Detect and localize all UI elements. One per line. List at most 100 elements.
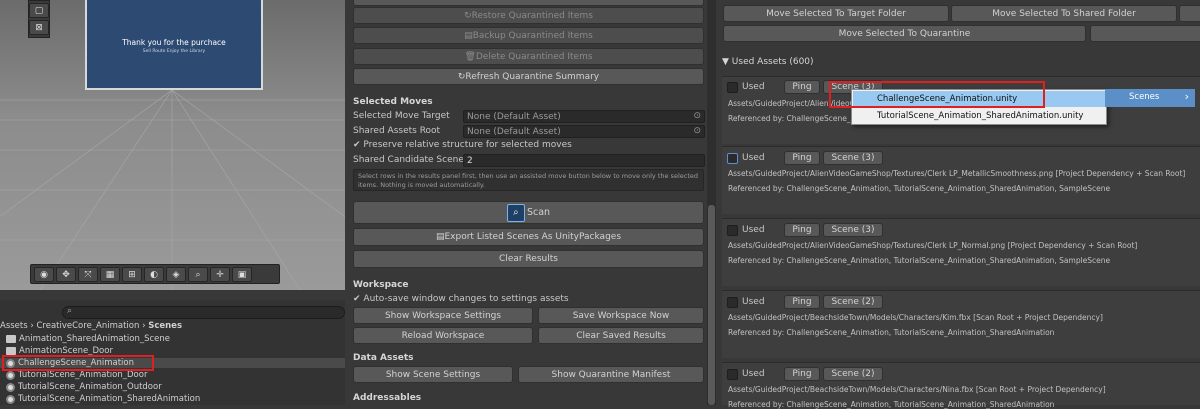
circle-icon[interactable]: ◐ bbox=[144, 267, 164, 282]
shared-root-field[interactable]: None (Default Asset) ⊙ bbox=[463, 125, 705, 138]
help-box: Select rows in the results panel first, … bbox=[353, 169, 704, 191]
move-icon[interactable]: ✥ bbox=[56, 267, 76, 282]
save-workspace-button[interactable]: Save Workspace Now bbox=[538, 307, 704, 324]
thanks-subtitle: Sell Route Enjoy the Library bbox=[142, 49, 206, 54]
foldout-arrow-icon: ▼ bbox=[722, 57, 732, 67]
breadcrumb-scenes[interactable]: Scenes bbox=[148, 321, 182, 331]
used-assets-header[interactable]: ▼ Used Assets (600) bbox=[722, 57, 814, 67]
partial-button[interactable] bbox=[1179, 5, 1200, 22]
unity-scene-icon bbox=[6, 370, 15, 380]
select-checkbox[interactable] bbox=[727, 153, 738, 164]
unity-scene-icon bbox=[6, 394, 15, 404]
scene-count-button[interactable]: Scene (2) bbox=[823, 367, 883, 381]
asset-entry: Used Ping Scene (2) Assets/GuidedProject… bbox=[722, 290, 1200, 358]
move-target-field[interactable]: None (Default Asset) ⊙ bbox=[463, 110, 705, 123]
show-scene-settings-button[interactable]: Show Scene Settings bbox=[353, 366, 513, 383]
data-assets-header: Data Assets bbox=[353, 353, 414, 363]
list-item[interactable]: TutorialScene_Animation_SharedAnimation bbox=[6, 394, 200, 404]
ping-button[interactable]: Ping bbox=[784, 80, 820, 94]
zoom-icon[interactable]: ⌕ bbox=[188, 267, 208, 282]
asset-entry: Used Ping Scene (2) Assets/GuidedProject… bbox=[722, 362, 1200, 409]
submenu-scenes[interactable]: Scenes › bbox=[1105, 89, 1195, 107]
ping-button[interactable]: Ping bbox=[784, 295, 820, 309]
scene-view[interactable]: Thank you for the purchace Sell Route En… bbox=[0, 0, 345, 290]
clear-results-button[interactable]: Clear Results bbox=[353, 250, 704, 268]
refresh-icon: ↻ bbox=[457, 71, 466, 82]
highlight-box bbox=[2, 355, 154, 371]
backup-quarantined-button[interactable]: ▤ Backup Quarantined Items bbox=[353, 27, 704, 44]
move-to-shared-button[interactable]: Move Selected To Shared Folder bbox=[951, 5, 1177, 22]
asset-path: Assets/GuidedProject/AlienVideoGameShop/… bbox=[728, 241, 1138, 250]
thanks-title: Thank you for the purchace bbox=[122, 38, 226, 47]
transform-tool-icon[interactable]: ⊠ bbox=[29, 20, 49, 35]
autosave-toggle[interactable]: ✔ Auto-save window changes to settings a… bbox=[353, 294, 569, 304]
menu-item-tutorial-scene[interactable]: TutorialScene_Animation_SharedAnimation.… bbox=[853, 108, 1106, 124]
list-item[interactable]: TutorialScene_Animation_Door bbox=[6, 370, 147, 380]
asset-entry: Used Ping Scene (3) Assets/GuidedProject… bbox=[722, 146, 1200, 214]
breadcrumb: Assets › CreativeCore_Animation › Scenes bbox=[0, 321, 183, 331]
asset-path: Assets/GuidedProject/BeachsideTown/Model… bbox=[728, 313, 1103, 322]
used-label: Used bbox=[742, 297, 765, 307]
ping-button[interactable]: Ping bbox=[784, 151, 820, 165]
reload-workspace-button[interactable]: Reload Workspace bbox=[353, 327, 533, 344]
compass-icon[interactable]: ◉ bbox=[34, 267, 54, 282]
show-quarantine-manifest-button[interactable]: Show Quarantine Manifest bbox=[518, 366, 704, 383]
shared-candidate-field[interactable]: 2 bbox=[463, 154, 705, 167]
submenu-arrow-icon: › bbox=[1184, 90, 1189, 103]
asset-path: Assets/GuidedProject/AlienVideoGameShop/… bbox=[728, 169, 1186, 178]
select-checkbox[interactable] bbox=[727, 369, 738, 380]
asset-path: Assets/GuidedProject/BeachsideTown/Model… bbox=[728, 385, 1106, 394]
used-label: Used bbox=[742, 153, 765, 163]
eye-icon[interactable]: ◈ bbox=[166, 267, 186, 282]
list-item[interactable]: TutorialScene_Animation_Outdoor bbox=[6, 382, 162, 392]
ping-button[interactable]: Ping bbox=[784, 223, 820, 237]
highlight-box bbox=[829, 81, 1045, 108]
select-checkbox[interactable] bbox=[727, 225, 738, 236]
used-label: Used bbox=[742, 82, 765, 92]
folder-icon bbox=[6, 347, 16, 355]
addressables-header: Addressables bbox=[353, 393, 422, 403]
backup-icon: ▤ bbox=[464, 30, 473, 41]
preserve-structure-toggle[interactable]: ✔ Preserve relative structure for select… bbox=[353, 140, 572, 150]
show-workspace-settings-button[interactable]: Show Workspace Settings bbox=[353, 307, 533, 324]
used-label: Used bbox=[742, 225, 765, 235]
scan-button[interactable]: ⌕ Scan bbox=[353, 201, 704, 224]
scrollbar-thumb[interactable] bbox=[708, 205, 715, 405]
move-to-quarantine-button[interactable]: Move Selected To Quarantine bbox=[723, 25, 1086, 42]
ground-grid bbox=[0, 90, 345, 290]
restore-quarantined-button[interactable]: ↻ Restore Quarantined Items bbox=[353, 7, 704, 24]
partial-button-2[interactable] bbox=[1090, 25, 1200, 42]
grid-icon[interactable]: ▦ bbox=[100, 267, 120, 282]
scrollbar[interactable] bbox=[707, 0, 716, 405]
object-picker-icon[interactable]: ⊙ bbox=[693, 126, 701, 136]
list-item[interactable]: Animation_SharedAnimation_Scene bbox=[6, 334, 170, 344]
refresh-quarantine-button[interactable]: ↻ Refresh Quarantine Summary bbox=[353, 68, 704, 85]
transform-icon[interactable]: ✛ bbox=[210, 267, 230, 282]
move-to-target-button[interactable]: Move Selected To Target Folder bbox=[723, 5, 949, 22]
search-icon: ⌕ bbox=[67, 306, 73, 316]
search-bar[interactable]: ⌕ bbox=[62, 306, 345, 319]
scene-count-button[interactable]: Scene (2) bbox=[823, 295, 883, 309]
export-scenes-button[interactable]: ▤ Export Listed Scenes As UnityPackages bbox=[353, 228, 704, 246]
delete-quarantined-button[interactable]: 🗑 Delete Quarantined Items bbox=[353, 48, 704, 65]
scene-count-button[interactable]: Scene (3) bbox=[823, 151, 883, 165]
ping-button[interactable]: Ping bbox=[784, 367, 820, 381]
scene-count-button[interactable]: Scene (3) bbox=[823, 223, 883, 237]
object-picker-icon[interactable]: ⊙ bbox=[693, 111, 701, 121]
checkmark-icon: ✔ bbox=[353, 140, 364, 150]
scale-icon[interactable]: ⤧ bbox=[78, 267, 98, 282]
clear-saved-results-button[interactable]: Clear Saved Results bbox=[538, 327, 704, 344]
rect-tool-icon[interactable]: ▢ bbox=[29, 3, 49, 18]
snap-icon[interactable]: ⊞ bbox=[122, 267, 142, 282]
camera-icon[interactable]: ▣ bbox=[232, 267, 252, 282]
select-checkbox[interactable] bbox=[727, 297, 738, 308]
select-checkbox[interactable] bbox=[727, 82, 738, 93]
breadcrumb-creativecore[interactable]: CreativeCore_Animation bbox=[36, 321, 139, 331]
scan-icon: ⌕ bbox=[506, 203, 525, 222]
asset-references: Referenced by: ChallengeScene_Animation,… bbox=[728, 184, 1111, 193]
breadcrumb-assets[interactable]: Assets bbox=[0, 321, 28, 331]
used-label: Used bbox=[742, 369, 765, 379]
restore-icon: ↻ bbox=[464, 10, 472, 21]
top-partial-button[interactable] bbox=[353, 0, 704, 6]
selected-moves-header: Selected Moves bbox=[353, 97, 433, 107]
